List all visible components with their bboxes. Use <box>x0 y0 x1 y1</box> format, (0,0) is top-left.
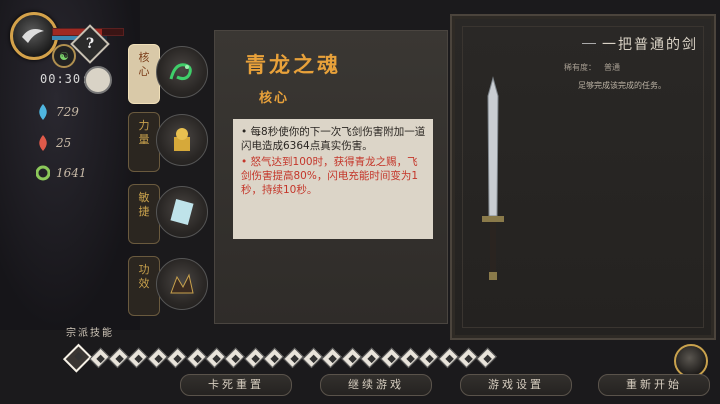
weapon-panel: 一把普通的剑 稀有度： 普通 足够完成该完成的任务。 <box>450 14 716 340</box>
card-core-orb[interactable] <box>156 46 208 98</box>
sect-skill-icon[interactable] <box>263 347 285 369</box>
white-scroll-icon <box>170 199 194 225</box>
rarity-label: 稀有度： <box>564 63 596 72</box>
reset-stuck-button[interactable]: 卡死重置 <box>180 374 292 396</box>
sect-skill-icon[interactable] <box>379 347 401 369</box>
stat-green: 1641 <box>36 165 87 181</box>
game-settings-button[interactable]: 游戏设置 <box>460 374 572 396</box>
weapon-rarity: 稀有度： 普通 <box>564 62 620 73</box>
question-mark-icon: ? <box>85 36 95 52</box>
sect-skill-icon[interactable] <box>108 347 130 369</box>
green-dragon-icon <box>169 63 192 81</box>
restart-button[interactable]: 重新开始 <box>598 374 710 396</box>
dark-beast-icon <box>170 273 194 294</box>
sect-skill-icon[interactable] <box>321 347 343 369</box>
card-subtitle: 核心 <box>259 91 290 106</box>
sect-skill-icon[interactable] <box>341 347 362 369</box>
card-column: 核心 力量 敏捷 功效 <box>128 38 210 323</box>
sect-skill-icon[interactable] <box>185 347 207 369</box>
description-line-2: • 怒气达到100时，获得青龙之赐，飞剑伤害提高80%，闪电充能时间变为1秒，持… <box>241 156 419 196</box>
sect-skill-icon[interactable] <box>205 347 227 369</box>
player-portrait[interactable] <box>10 12 58 60</box>
description-line-1: • 每8秒使你的下一次飞剑伤害附加一道闪电造成6364点真实伤害。 <box>241 126 426 152</box>
sect-skills-row <box>62 343 498 373</box>
sect-skill-icon[interactable] <box>399 347 420 369</box>
player-emblem-icon <box>22 29 44 43</box>
sect-skill-icon[interactable] <box>224 347 246 369</box>
sect-skill-icon[interactable] <box>88 347 110 369</box>
sect-skill-icon[interactable] <box>437 347 459 369</box>
card-strength-orb[interactable] <box>156 114 208 166</box>
stat-blue: 729 <box>36 104 79 120</box>
sect-skills-label: 宗派技能 <box>66 328 114 339</box>
card-label: 敏捷 <box>138 191 150 218</box>
sect-skill-icon[interactable] <box>244 347 265 369</box>
stat-value: 25 <box>56 136 72 150</box>
sword-icon <box>482 76 504 280</box>
rarity-value: 普通 <box>604 63 620 72</box>
card-agility-orb[interactable] <box>156 186 208 238</box>
weapon-hint: 足够完成该完成的任务。 <box>578 81 666 90</box>
card-description: • 每8秒使你的下一次飞剑伤害附加一道闪电造成6364点真实伤害。 • 怒气达到… <box>233 119 433 239</box>
sect-skill-icon[interactable] <box>476 347 498 369</box>
buff-chip-icon[interactable]: ☯ <box>52 44 76 68</box>
sect-skill-icon[interactable] <box>457 347 479 369</box>
menu-badge-icon[interactable] <box>674 344 708 378</box>
stat-value: 1641 <box>56 166 87 180</box>
blue-flame-icon <box>39 104 47 120</box>
sect-skill-icon[interactable] <box>302 347 324 369</box>
card-label: 力量 <box>138 119 150 146</box>
sect-skill-icon[interactable] <box>282 347 304 369</box>
card-label: 功效 <box>138 263 150 290</box>
card-effect-orb[interactable] <box>156 258 208 310</box>
continue-game-button[interactable]: 继续游戏 <box>320 374 432 396</box>
sect-skill-icon[interactable] <box>418 347 440 369</box>
card-label: 核心 <box>138 51 150 78</box>
stat-red: 25 <box>36 135 71 151</box>
sect-skill-icon[interactable] <box>360 347 382 369</box>
sect-skill-icon[interactable] <box>147 347 168 369</box>
red-flame-icon <box>39 135 47 151</box>
sect-skill-icon[interactable] <box>166 347 188 369</box>
card-title: 青龙之魂 <box>245 52 341 77</box>
sect-skill-icon[interactable] <box>62 343 92 373</box>
green-swirl-icon <box>36 165 50 181</box>
golden-seal-icon <box>174 128 190 151</box>
card-detail-panel: 青龙之魂 核心 • 每8秒使你的下一次飞剑伤害附加一道闪电造成6364点真实伤害… <box>214 30 448 324</box>
weapon-name: 一把普通的剑 <box>582 34 698 54</box>
character-figure-icon[interactable] <box>84 66 112 94</box>
sect-skill-icon[interactable] <box>127 347 149 369</box>
stat-value: 729 <box>56 105 79 119</box>
